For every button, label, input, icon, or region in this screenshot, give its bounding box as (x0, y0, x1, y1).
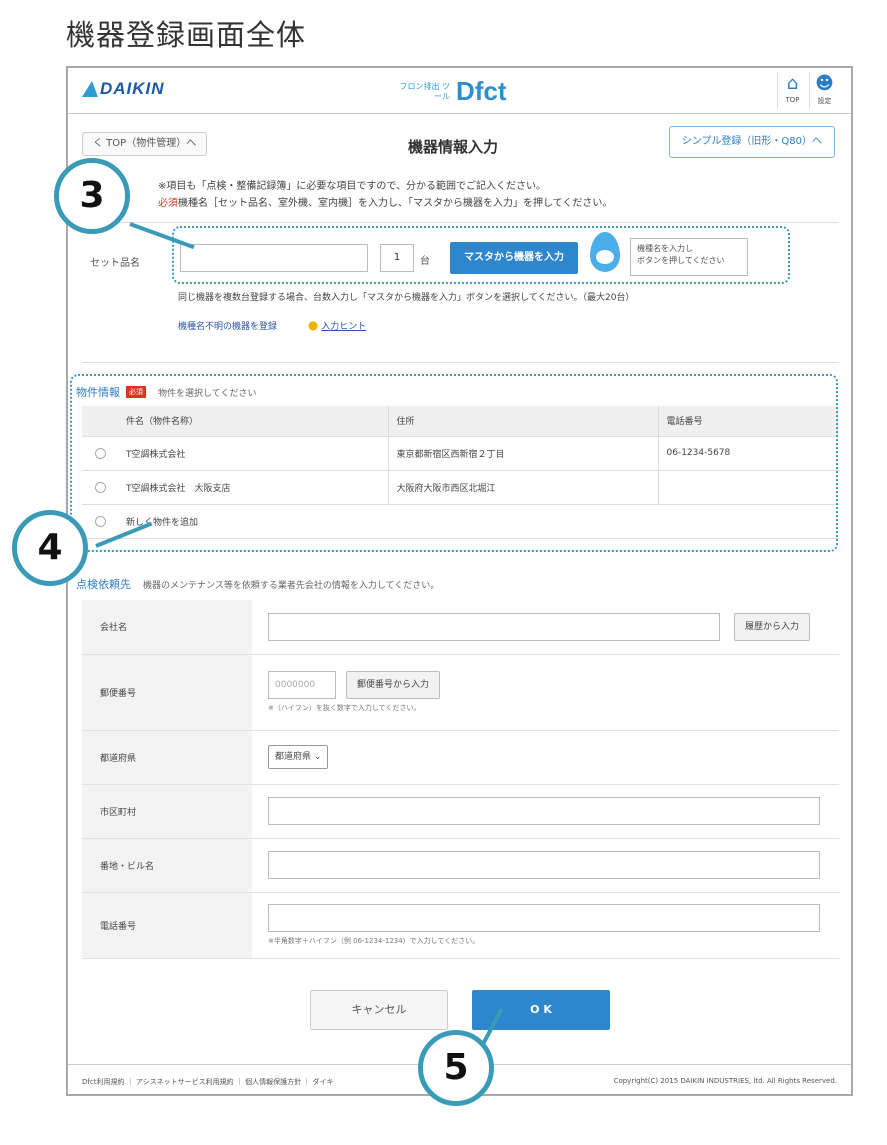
app-window: DAIKIN フロン排出 ツール Dfct ⌂ TOP ☻ 設定 く TOP（物… (66, 66, 853, 1096)
postal-input[interactable]: 0000000 (268, 671, 336, 699)
required-mark: 必須 (158, 198, 178, 209)
app-header: DAIKIN フロン排出 ツール Dfct ⌂ TOP ☻ 設定 (68, 68, 851, 114)
header-icons: ⌂ TOP ☻ 設定 (777, 72, 837, 108)
lightbulb-icon: ● (307, 318, 319, 332)
daikin-mark-icon (82, 81, 98, 97)
contact-subtitle: 機器のメンテナンス等を依頼する業者先会社の情報を入力してください。 (143, 580, 440, 591)
note-line-2: 必須機種名［セット品名、室外機、室内機］を入力し、「マスタから機器を入力」を押し… (158, 195, 612, 212)
prefecture-value: 都道府県 (275, 752, 312, 762)
address-label: 番地・ビル名 (82, 838, 252, 893)
prefecture-label: 都道府県 (82, 730, 252, 785)
address-field (252, 838, 839, 893)
phone-help: ※半角数字＋ハイフン（例 06-1234-1234）で入力してください。 (268, 937, 480, 945)
form-row: 都道府県 都道府県 ⌄ (82, 730, 839, 785)
callout-4: 4 (12, 510, 88, 586)
multi-unit-note: 同じ機器を複数台登録する場合、台数入力し「マスタから機器を入力」ボタンを選択して… (178, 293, 635, 303)
form-row: 番地・ビル名 (82, 838, 839, 893)
footer-links[interactable]: Dfct利用規約 ｜ アシスネットサービス利用規約 ｜ 個人情報保護方針 ｜ ダ… (82, 1077, 334, 1087)
form-row: 電話番号 ※半角数字＋ハイフン（例 06-1234-1234）で入力してください… (82, 892, 839, 959)
help-links: 機種名不明の機器を登録 ● 入力ヒント (178, 318, 366, 332)
contact-section-heading: 点検依頼先 機器のメンテナンス等を依頼する業者先会社の情報を入力してください。 (76, 576, 439, 592)
highlight-box-set-input (172, 226, 790, 284)
back-to-top-button[interactable]: く TOP（物件管理）へ (82, 132, 208, 156)
set-name-label: セット品名 (90, 258, 140, 269)
city-input[interactable] (268, 797, 820, 825)
cancel-button[interactable]: キャンセル (310, 990, 448, 1030)
postal-field: 0000000 郵便番号から入力 ※（ハイフン）を抜く数字で入力してください。 (252, 654, 839, 731)
contact-form: 会社名 履歴から入力 郵便番号 0000000 郵便番号から入力 ※（ハイフン）… (82, 600, 839, 959)
phone-label: 電話番号 (82, 892, 252, 959)
tool-subtitle: フロン排出 ツール (399, 81, 450, 101)
top-home-button[interactable]: ⌂ TOP (777, 72, 805, 108)
settings-label: 設定 (817, 97, 832, 105)
phone-field: ※半角数字＋ハイフン（例 06-1234-1234）で入力してください。 (252, 892, 839, 959)
user-icon: ☻ (815, 73, 834, 94)
home-icon: ⌂ (786, 73, 799, 94)
simple-register-button[interactable]: シンプル登録（旧形・Q80）へ (668, 126, 835, 158)
company-label: 会社名 (82, 600, 252, 655)
company-field: 履歴から入力 (252, 600, 839, 655)
instruction-notes: ※項目も「点検・整備記録簿」に必要な項目ですので、分かる範囲でご記入ください。 … (158, 178, 612, 212)
form-row: 市区町村 (82, 784, 839, 839)
settings-button[interactable]: ☻ 設定 (809, 72, 837, 108)
company-input[interactable] (268, 612, 720, 641)
logo-text: DAIKIN (100, 79, 165, 98)
postal-help: ※（ハイフン）を抜く数字で入力してください。 (268, 704, 421, 712)
chevron-down-icon: ⌄ (313, 752, 322, 762)
form-row: 郵便番号 0000000 郵便番号から入力 ※（ハイフン）を抜く数字で入力してく… (82, 654, 839, 731)
register-unknown-link[interactable]: 機種名不明の機器を登録 (178, 322, 277, 332)
note-line-2-text: 機種名［セット品名、室外機、室内機］を入力し、「マスタから機器を入力」を押してく… (178, 198, 613, 209)
input-hint-link[interactable]: 入力ヒント (321, 322, 366, 332)
callout-3: 3 (54, 158, 130, 234)
highlight-box-property (70, 374, 838, 552)
postal-lookup-button[interactable]: 郵便番号から入力 (346, 671, 441, 699)
city-field (252, 784, 839, 839)
page-title: 機器登録画面全体 (66, 18, 307, 52)
prefecture-field: 都道府県 ⌄ (252, 730, 839, 785)
address-input[interactable] (268, 851, 820, 879)
contact-heading: 点検依頼先 (76, 578, 131, 591)
top-label: TOP (785, 96, 800, 104)
tool-name: Dfct (456, 76, 507, 106)
callout-5: 5 (418, 1030, 494, 1106)
tool-brand: フロン排出 ツール Dfct (398, 76, 507, 107)
divider (82, 222, 839, 223)
daikin-logo[interactable]: DAIKIN (82, 79, 165, 99)
form-title: 機器情報入力 (408, 138, 499, 156)
prefecture-select[interactable]: 都道府県 ⌄ (268, 745, 329, 769)
phone-input[interactable] (268, 904, 820, 932)
form-row: 会社名 履歴から入力 (82, 600, 839, 655)
postal-label: 郵便番号 (82, 654, 252, 731)
copyright: Copyright(C) 2015 DAIKIN INDUSTRIES, ltd… (613, 1077, 837, 1085)
divider (82, 362, 839, 363)
history-input-button[interactable]: 履歴から入力 (734, 612, 811, 641)
note-line-1: ※項目も「点検・整備記録簿」に必要な項目ですので、分かる範囲でご記入ください。 (158, 181, 546, 192)
city-label: 市区町村 (82, 784, 252, 839)
